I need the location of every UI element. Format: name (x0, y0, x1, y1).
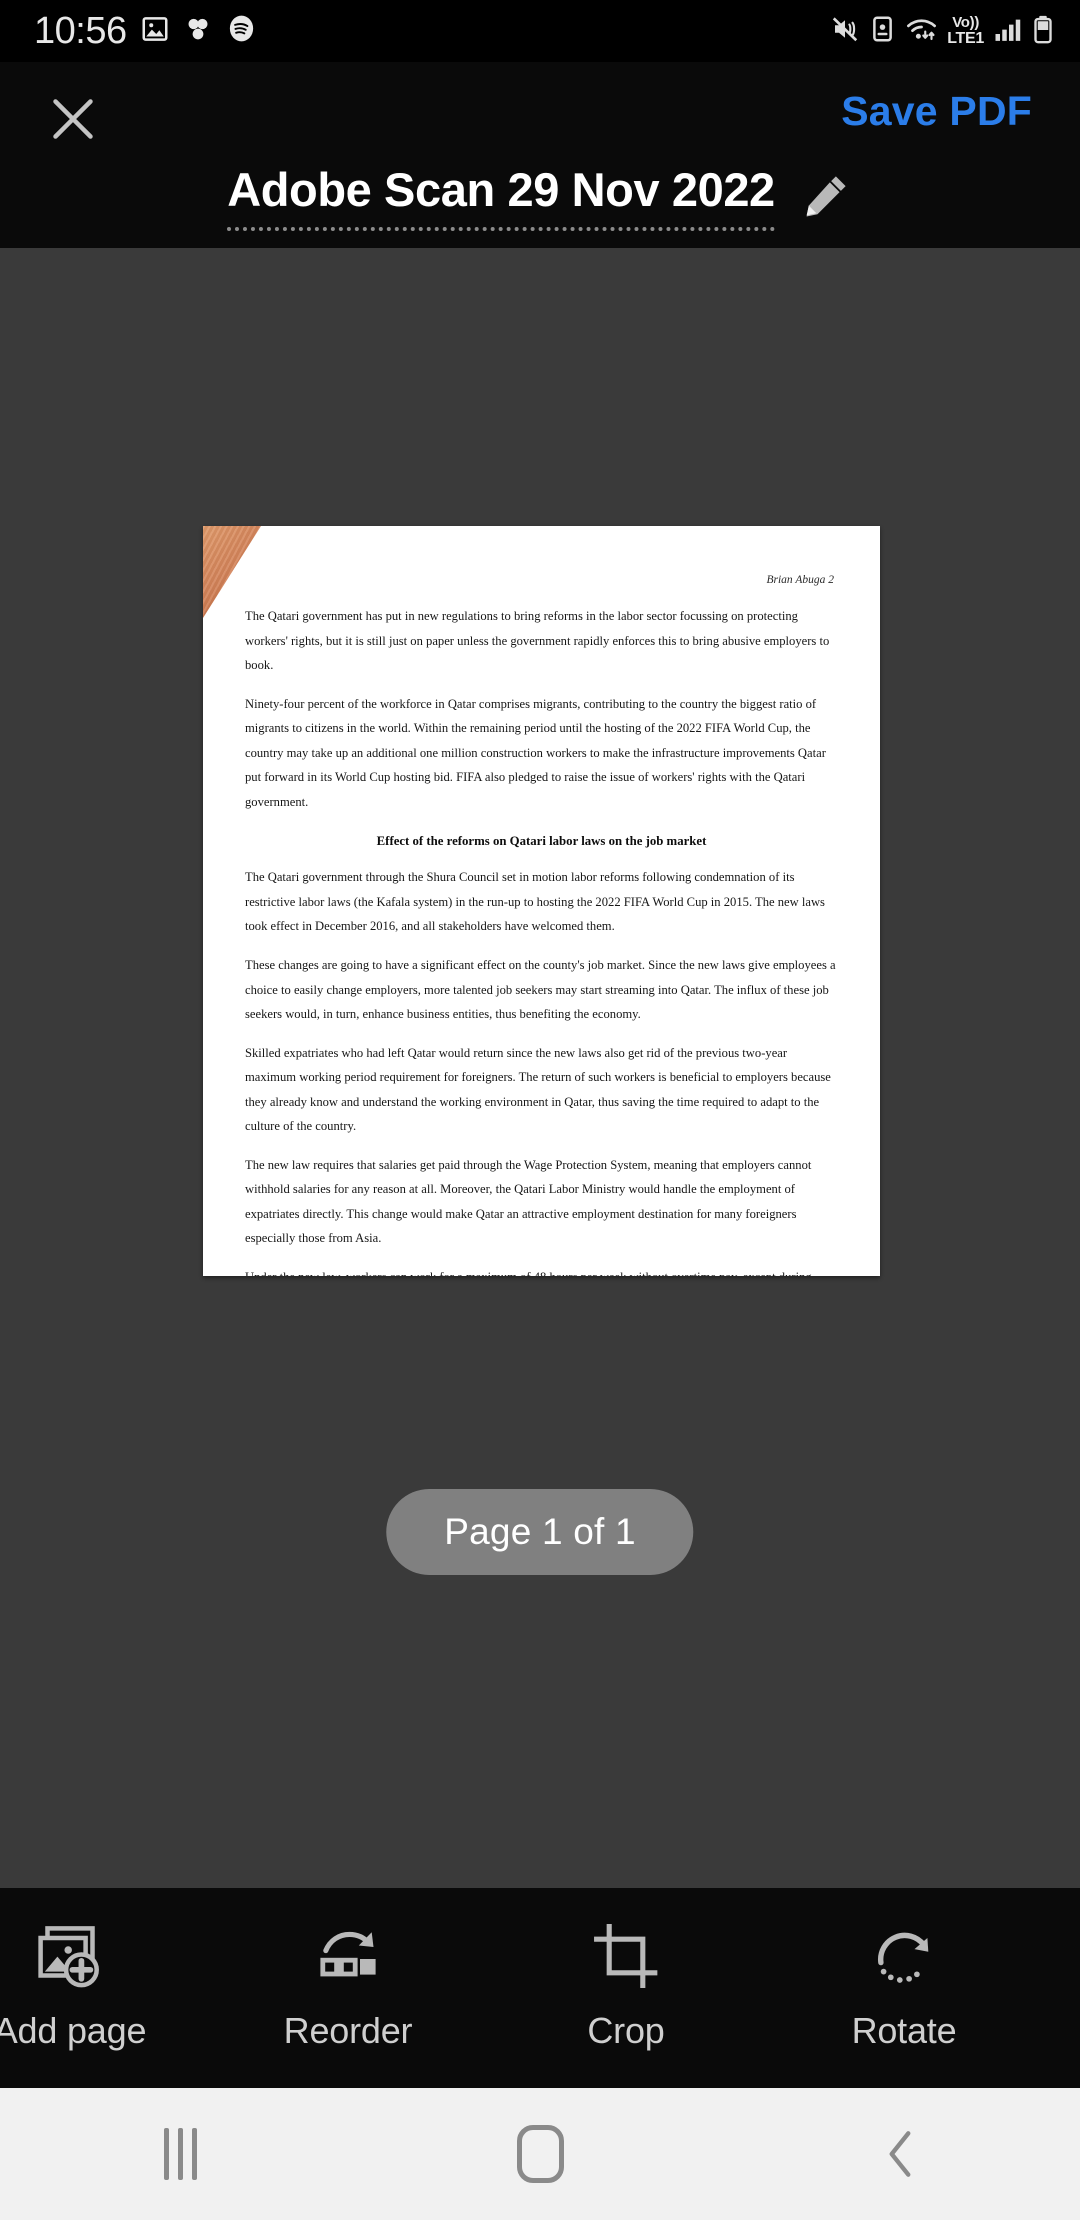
photo-icon (140, 14, 170, 49)
scanned-page[interactable]: Brian Abuga 2 The Qatari government has … (203, 526, 880, 1276)
crop-icon (588, 1918, 664, 1994)
page-content: Brian Abuga 2 The Qatari government has … (203, 526, 880, 1276)
toolbar-label: Rotate (851, 2010, 957, 2051)
close-button[interactable] (38, 84, 108, 154)
toolbar-label: Add page (0, 2010, 147, 2051)
status-bar: 10:56 Vo)) LTE1 (0, 0, 1080, 62)
toolbar-item-resize[interactable]: Resize (1043, 1918, 1080, 2052)
volte-label-top: Vo)) (952, 14, 980, 31)
wifi-icon (905, 14, 938, 49)
volte-label-bottom: LTE1 (947, 30, 984, 47)
spotify-icon (226, 13, 257, 49)
document-paragraph: The Qatari government through the Shura … (245, 870, 825, 934)
pencil-icon[interactable] (801, 169, 853, 221)
document-paragraph: Skilled expatriates who had left Qatar w… (245, 1045, 831, 1134)
document-paragraph: Ninety-four percent of the workforce in … (245, 696, 826, 809)
toolbar-item-reorder[interactable]: Reorder (209, 1918, 487, 2052)
status-bar-clock: 10:56 (34, 10, 127, 52)
home-button[interactable] (360, 2125, 720, 2183)
recents-icon (163, 2128, 197, 2180)
app-header: Save PDF Adobe Scan 29 Nov 2022 (0, 62, 1080, 248)
reorder-icon (310, 1918, 386, 1994)
title-row: Adobe Scan 29 Nov 2022 (0, 162, 1080, 231)
status-bar-right: Vo)) LTE1 (830, 14, 1054, 49)
document-paragraph: Under the new law, workers can work for … (245, 1265, 838, 1276)
back-button[interactable] (720, 2123, 1080, 2185)
add-page-icon (32, 1918, 108, 1994)
document-paragraph: The new law requires that salaries get p… (245, 1157, 812, 1246)
dnd-icon (869, 14, 896, 49)
volte-icon: Vo)) LTE1 (947, 15, 984, 47)
toolbar-label: Reorder (283, 2010, 413, 2051)
document-paragraph: These changes are going to have a signif… (245, 958, 836, 1022)
toolbar-item-crop[interactable]: Crop (487, 1918, 765, 2052)
document-heading: Effect of the reforms on Qatari labor la… (376, 834, 707, 849)
back-icon (889, 2131, 911, 2177)
document-canvas[interactable]: Brian Abuga 2 The Qatari government has … (0, 248, 1080, 1888)
status-bar-left: 10:56 (34, 12, 257, 50)
mute-vibrate-icon (830, 14, 860, 49)
system-navigation-bar (0, 2088, 1080, 2220)
toolbar-label: Crop (587, 2010, 665, 2051)
editor-toolbar: Add page Reorder Crop Rotate (0, 1888, 1080, 2088)
toolbar-item-add-page[interactable]: Add page (0, 1918, 209, 2052)
save-pdf-button[interactable]: Save PDF (841, 88, 1032, 135)
home-icon (516, 2125, 564, 2183)
rotate-icon (866, 1918, 942, 1994)
signal-icon (993, 14, 1023, 49)
close-icon (53, 99, 93, 139)
recents-button[interactable] (0, 2128, 360, 2180)
document-running-header: Brian Abuga 2 (766, 574, 834, 586)
page-indicator: Page 1 of 1 (386, 1489, 694, 1575)
toolbar-item-rotate[interactable]: Rotate (765, 1918, 1043, 2052)
document-paragraph: The Qatari government has put in new reg… (245, 609, 830, 673)
page-title[interactable]: Adobe Scan 29 Nov 2022 (227, 162, 775, 231)
battery-icon (1032, 14, 1054, 49)
google-photos-icon (183, 14, 213, 49)
app-root: 10:56 Vo)) LTE1 Save PDF Adobe Scan 29 N… (0, 0, 1080, 2220)
